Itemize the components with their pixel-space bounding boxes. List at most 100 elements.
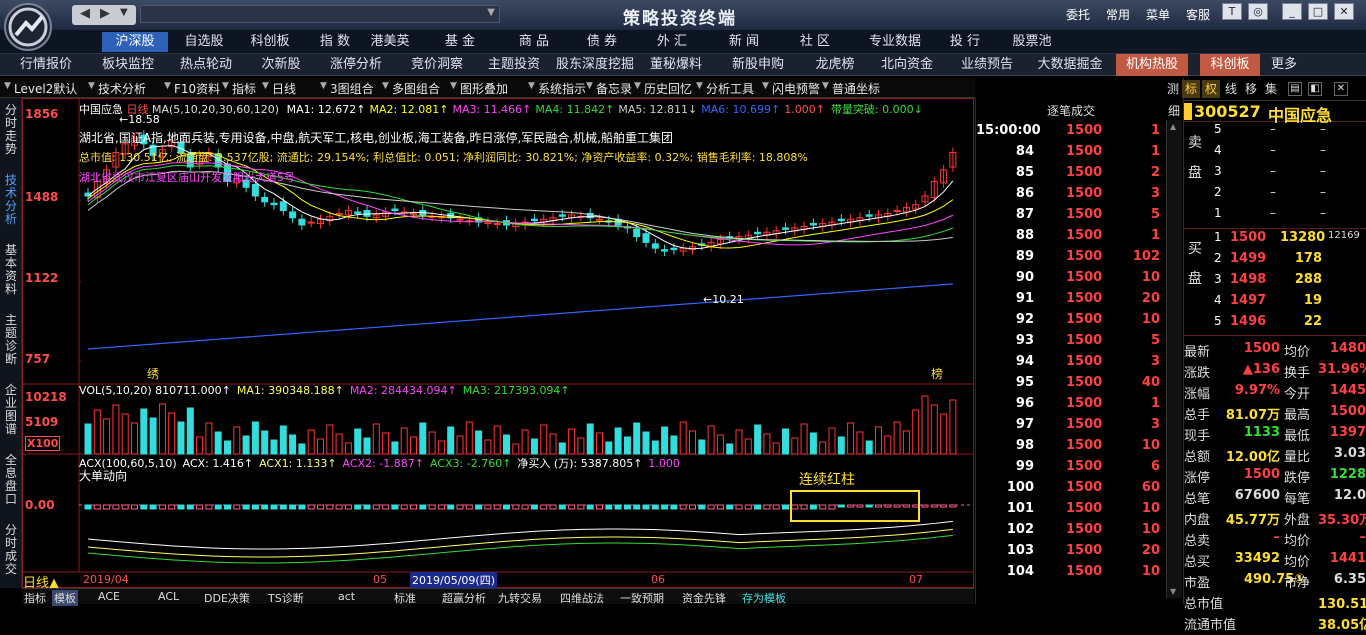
toolbar-item-4[interactable]: 日线 <box>272 80 296 97</box>
toolbar-item-11[interactable]: 分析工具 <box>706 80 754 97</box>
dropdown-icon[interactable]: ▼ <box>120 7 128 18</box>
feature-tab-8[interactable]: 董秘爆料 <box>640 54 712 76</box>
nav-tab-13[interactable]: 股票池 <box>1002 32 1062 52</box>
left-tab-0[interactable]: 分时走势 <box>3 104 19 156</box>
quote-tab-5[interactable]: 集 <box>1262 80 1280 98</box>
nav-tab-1[interactable]: 自选股 <box>174 32 234 52</box>
menu-common[interactable]: 常用 <box>1106 6 1130 23</box>
panel-btn-icon[interactable]: ▤ <box>1288 82 1302 96</box>
menu-service[interactable]: 客服 <box>1186 6 1210 23</box>
bottom-tab-6[interactable]: act <box>338 590 355 603</box>
nav-tab-5[interactable]: 基 金 <box>432 32 488 52</box>
toolbar-item-0[interactable]: Level2默认 <box>14 80 77 97</box>
toolbar-item-6[interactable]: 多图组合 <box>392 80 440 97</box>
kline-chart-pane[interactable]: 中国应急 日线 MA(5,10,20,30,60,120) MA1: 12.67… <box>22 98 974 591</box>
left-tab-1[interactable]: 技术分析 <box>3 174 19 226</box>
menu-entrust[interactable]: 委托 <box>1066 6 1090 23</box>
feature-tab-15[interactable]: 科创板 <box>1200 54 1260 76</box>
feature-tab-6[interactable]: 主题投资 <box>480 54 548 76</box>
feature-tab-2[interactable]: 热点轮动 <box>170 54 242 76</box>
dropdown-icon[interactable]: ▼ <box>696 81 703 91</box>
close-icon[interactable]: ✕ <box>1334 3 1354 20</box>
feature-tab-7[interactable]: 股东深度挖掘 <box>554 54 636 76</box>
feature-tab-10[interactable]: 龙虎榜 <box>806 54 864 76</box>
dropdown-icon[interactable]: ▼ <box>450 81 457 91</box>
left-tab-6[interactable]: 分时成交 <box>3 524 19 576</box>
feature-tab-14[interactable]: 机构热股 <box>1116 54 1188 76</box>
volume-unit-label[interactable]: X100 <box>25 436 61 451</box>
feature-tab-11[interactable]: 北向资金 <box>872 54 942 76</box>
scroll-down-icon[interactable]: ▼ <box>1170 587 1176 596</box>
nav-tab-12[interactable]: 投 行 <box>936 32 994 52</box>
left-tab-3[interactable]: 主题诊断 <box>3 314 19 366</box>
panel-btn-icon[interactable]: ✕ <box>1334 82 1348 96</box>
address-bar[interactable]: ▼ <box>140 5 500 23</box>
quote-tab-4[interactable]: 移 <box>1242 80 1260 98</box>
forward-arrow-icon[interactable]: ▶ <box>100 6 110 21</box>
dropdown-icon[interactable]: ▼ <box>528 81 535 91</box>
dropdown-icon[interactable]: ▼ <box>222 81 229 91</box>
maximize-icon[interactable]: □ <box>1308 3 1328 20</box>
dropdown-icon[interactable]: ▼ <box>4 81 11 91</box>
menu-main[interactable]: 菜单 <box>1146 6 1170 23</box>
toolbar-item-2[interactable]: F10资料 <box>174 80 220 97</box>
nav-tab-2[interactable]: 科创板 <box>240 32 300 52</box>
panel-btn-icon[interactable]: ◧ <box>1308 82 1322 96</box>
toolbar-item-7[interactable]: 图形叠加 <box>460 80 508 97</box>
pin-icon[interactable]: T <box>1222 3 1242 20</box>
acx-bar <box>270 504 278 510</box>
dropdown-icon[interactable]: ▼ <box>382 81 389 91</box>
dropdown-icon[interactable]: ▼ <box>320 81 327 91</box>
dropdown-icon[interactable]: ▼ <box>586 81 593 91</box>
minimize-icon[interactable]: _ <box>1282 3 1302 20</box>
tick-detail-toggle[interactable]: 细 <box>1168 102 1180 119</box>
feature-tab-1[interactable]: 板块监控 <box>92 54 164 76</box>
quote-tab-2[interactable]: 权 <box>1202 80 1220 98</box>
quote-tab-0[interactable]: 测 <box>1164 80 1182 98</box>
nav-tab-11[interactable]: 专业数据 <box>864 32 926 52</box>
nav-tab-9[interactable]: 新 闻 <box>716 32 772 52</box>
nav-tab-8[interactable]: 外 汇 <box>644 32 700 52</box>
stat-value: 1500 <box>1243 467 1280 482</box>
toolbar-item-9[interactable]: 备忘录 <box>596 80 632 97</box>
nav-tab-4[interactable]: 港美英 <box>362 32 418 52</box>
toolbar-item-13[interactable]: 普通坐标 <box>832 80 880 97</box>
tick-volume: 5 <box>1150 333 1160 348</box>
feature-tab-16[interactable]: 更多 <box>1266 54 1302 76</box>
dropdown-icon[interactable]: ▼ <box>822 81 829 91</box>
skin-icon[interactable]: ◎ <box>1248 3 1268 20</box>
toolbar-item-12[interactable]: 闪电预警 <box>772 80 820 97</box>
dropdown-icon[interactable]: ▼ <box>634 81 641 91</box>
quote-tab-1[interactable]: 标 <box>1182 80 1200 98</box>
dropdown-icon[interactable]: ▼ <box>164 81 171 91</box>
left-tab-4[interactable]: 企业图谱 <box>3 384 19 436</box>
feature-tab-9[interactable]: 新股申购 <box>720 54 796 76</box>
candle-down <box>279 201 287 212</box>
feature-tab-13[interactable]: 大数据掘金 <box>1032 54 1108 76</box>
bottom-tab-2[interactable]: ACE <box>98 590 120 603</box>
toolbar-item-8[interactable]: 系统指示 <box>538 80 586 97</box>
dropdown-icon[interactable]: ▼ <box>262 81 269 91</box>
dropdown-icon[interactable]: ▼ <box>762 81 769 91</box>
back-arrow-icon[interactable]: ◀ <box>80 6 90 21</box>
feature-tab-12[interactable]: 业绩预告 <box>952 54 1022 76</box>
nav-back-forward[interactable]: ◀ ▶ ▼ <box>72 5 136 25</box>
quote-tab-3[interactable]: 线 <box>1222 80 1240 98</box>
toolbar-item-3[interactable]: 指标 <box>232 80 256 97</box>
nav-tab-10[interactable]: 社 区 <box>786 32 844 52</box>
bottom-tab-3[interactable]: ACL <box>158 590 179 603</box>
toolbar-item-10[interactable]: 历史回忆 <box>644 80 692 97</box>
nav-tab-6[interactable]: 商 品 <box>506 32 562 52</box>
nav-tab-7[interactable]: 债 券 <box>574 32 630 52</box>
feature-tab-0[interactable]: 行情报价 <box>8 54 84 76</box>
toolbar-item-1[interactable]: 技术分析 <box>98 80 146 97</box>
toolbar-item-5[interactable]: 3图组合 <box>330 80 374 97</box>
feature-tab-4[interactable]: 涨停分析 <box>322 54 390 76</box>
feature-tab-3[interactable]: 次新股 <box>250 54 312 76</box>
nav-tab-0[interactable]: 沪深股 <box>102 32 168 52</box>
feature-tab-5[interactable]: 竞价洞察 <box>404 54 470 76</box>
dropdown-icon[interactable]: ▼ <box>88 81 95 91</box>
left-tab-5[interactable]: 全息盘口 <box>3 454 19 506</box>
nav-tab-3[interactable]: 指 数 <box>312 32 358 52</box>
left-tab-2[interactable]: 基本资料 <box>3 244 19 296</box>
